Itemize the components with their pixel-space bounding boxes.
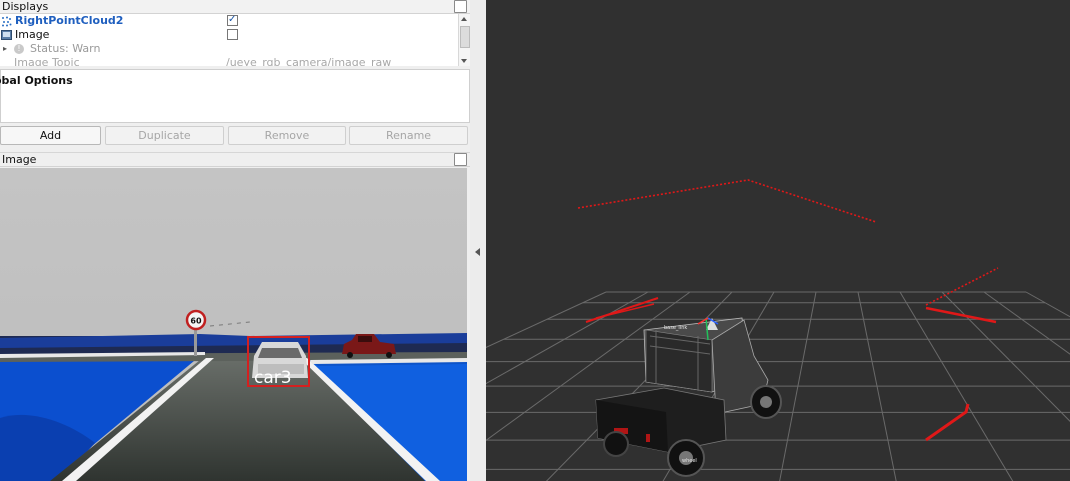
camera-image-view[interactable]: 60 car3 — [0, 168, 467, 481]
displays-panel-title: Displays — [2, 0, 49, 13]
status-label: Status: Warn — [30, 42, 101, 55]
description-title: obal Options — [0, 74, 73, 87]
remove-button[interactable]: Remove — [228, 126, 346, 145]
display-label-image: Image — [15, 28, 50, 41]
warning-icon: ! — [14, 44, 24, 54]
image-topic-value[interactable]: /ueye_rgb_camera/image_raw — [226, 56, 391, 66]
panel-splitter[interactable] — [470, 0, 486, 481]
displays-scrollbar[interactable] — [458, 14, 470, 66]
image-display-icon — [1, 30, 12, 40]
expand-arrow-icon[interactable]: ▸ — [3, 42, 7, 56]
frame-label-wheel: wheel — [682, 458, 697, 464]
scroll-thumb[interactable] — [460, 26, 470, 48]
detection-label: car3 — [254, 368, 292, 388]
add-button[interactable]: Add — [0, 126, 101, 145]
display-row-image[interactable]: Image — [0, 28, 458, 42]
3d-scene: base_link wheel — [486, 179, 1070, 481]
utility-vehicle-model: base_link wheel — [595, 317, 782, 477]
displays-panel-header: Displays — [0, 0, 470, 14]
display-row-image-topic[interactable]: Image Topic /ueye_rgb_camera/image_raw — [0, 56, 458, 66]
pointcloud-icon — [2, 16, 12, 27]
scroll-down-icon[interactable] — [461, 59, 467, 63]
speed-sign-text: 60 — [190, 317, 202, 326]
displays-tree: RightPointCloud2 Image ▸ ! Status: Warn … — [0, 14, 458, 66]
displays-panel-close-button[interactable] — [454, 0, 467, 13]
camera-scene: 60 car3 — [0, 168, 467, 481]
frame-label-base: base_link — [664, 325, 687, 331]
duplicate-button[interactable]: Duplicate — [105, 126, 224, 145]
display-label-rightpointcloud2: RightPointCloud2 — [15, 14, 124, 27]
image-panel-close-button[interactable] — [454, 153, 467, 166]
collapse-arrow-icon[interactable] — [475, 248, 480, 256]
left-panel: Displays RightPointCloud2 Image ▸ ! — [0, 0, 470, 481]
scroll-up-icon[interactable] — [461, 17, 467, 21]
image-enable-checkbox[interactable] — [227, 29, 238, 40]
display-row-status[interactable]: ▸ ! Status: Warn — [0, 42, 458, 56]
image-panel-header: Image — [0, 152, 470, 167]
rightpointcloud2-enable-checkbox[interactable] — [227, 14, 238, 27]
rename-button[interactable]: Rename — [349, 126, 468, 145]
image-panel-title: Image — [2, 153, 37, 166]
property-description-box: obal Options — [0, 69, 470, 123]
display-row-rightpointcloud2[interactable]: RightPointCloud2 — [0, 14, 458, 28]
image-topic-label: Image Topic — [14, 56, 80, 66]
3d-viewport[interactable]: base_link wheel — [486, 0, 1070, 481]
